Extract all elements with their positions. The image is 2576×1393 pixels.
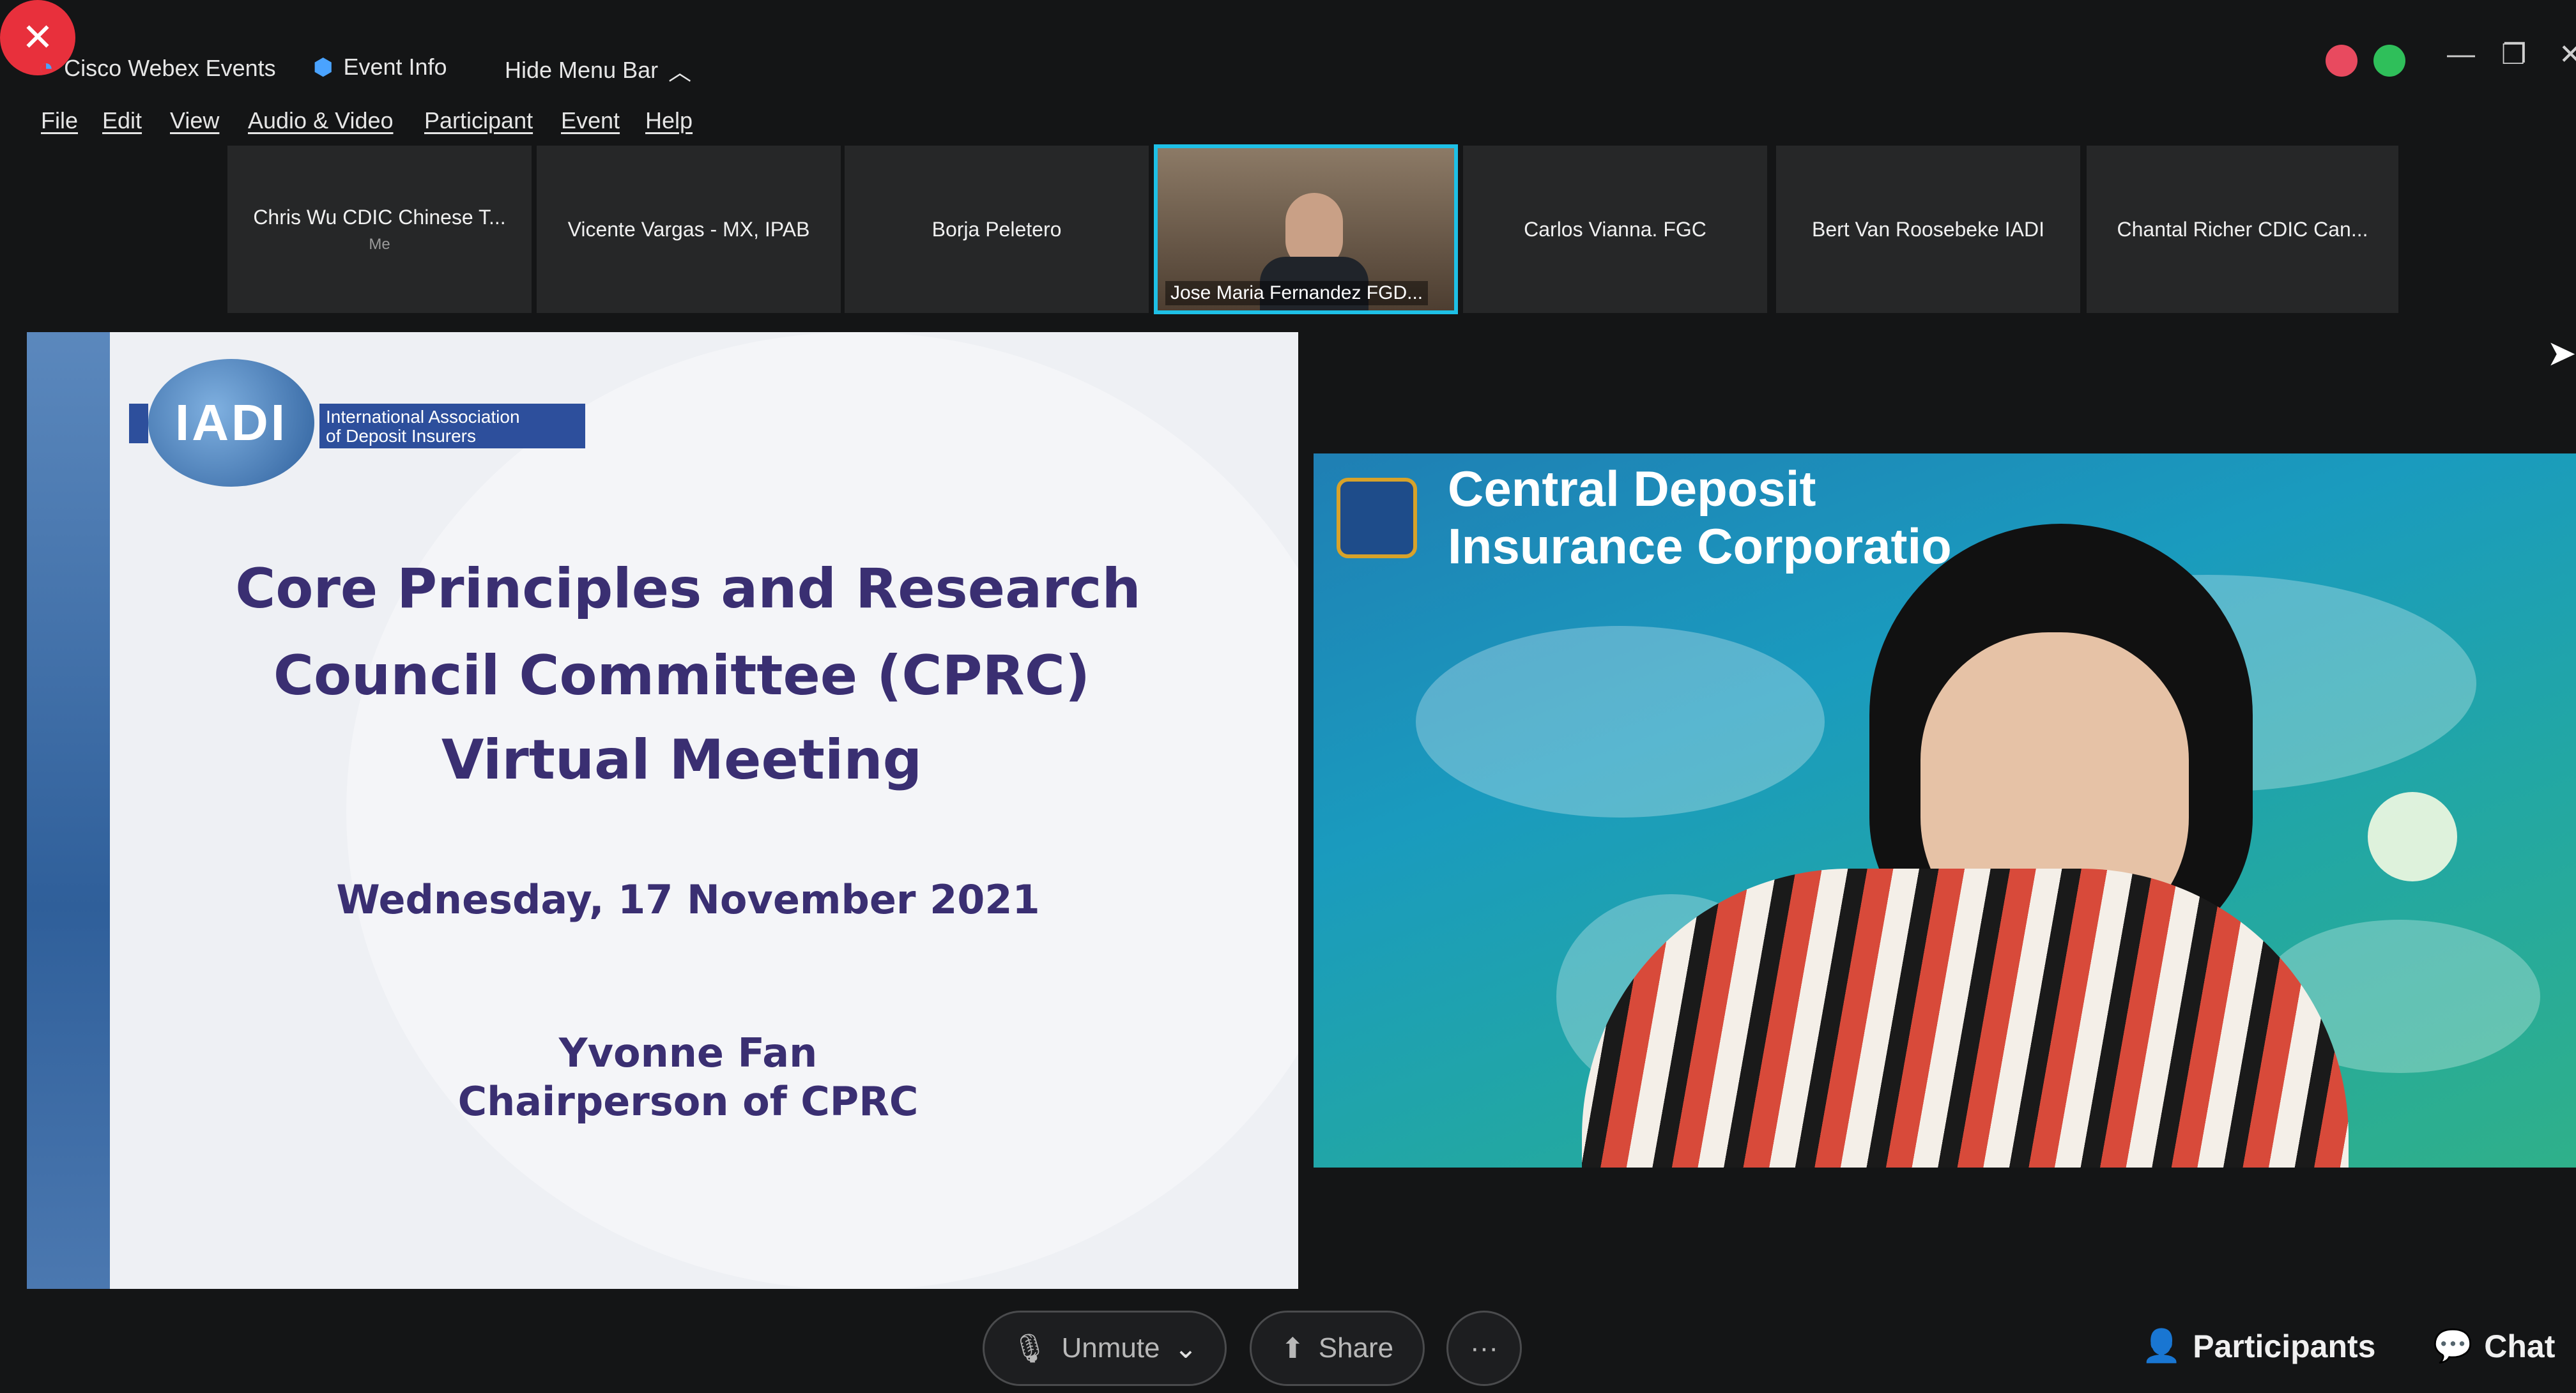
- minimize-icon[interactable]: —: [2447, 38, 2475, 70]
- chevron-down-icon: ⌄: [1174, 1332, 1198, 1364]
- cdic-logo-icon: [1337, 478, 1417, 558]
- iadi-logo-bar: [129, 404, 148, 443]
- menu-file[interactable]: File: [41, 107, 78, 134]
- slide-title-line-2: Council Committee (CPRC): [273, 644, 1091, 708]
- restore-icon[interactable]: ❐: [2501, 38, 2526, 71]
- event-info-button[interactable]: ⬢ Event Info: [313, 54, 447, 80]
- slide-presenter: Yvonne Fan: [558, 1030, 818, 1076]
- menu-view[interactable]: View: [170, 107, 219, 134]
- participant-name: Chantal Richer CDIC Can...: [2117, 217, 2368, 241]
- menu-event[interactable]: Event: [561, 107, 620, 134]
- person-icon: 👤: [2142, 1328, 2182, 1364]
- share-screen-icon: ⬆: [1280, 1332, 1305, 1364]
- slide-decor-circle: [346, 332, 1298, 1289]
- close-icon[interactable]: ✕: [2559, 38, 2576, 71]
- webex-logo-icon: ◔: [38, 54, 54, 82]
- participant-tile[interactable]: Borja Peletero: [845, 146, 1149, 313]
- title-bar: ◔ Cisco Webex Events ⬢ Event Info Hide M…: [0, 0, 2576, 96]
- mouse-cursor-icon: ➤: [2547, 333, 2576, 373]
- shield-icon: ⬢: [313, 54, 334, 80]
- more-options-button[interactable]: ···: [1446, 1311, 1522, 1386]
- participant-tile[interactable]: Bert Van Roosebeke IADI: [1776, 146, 2080, 313]
- participant-name: Vicente Vargas - MX, IPAB: [567, 217, 810, 241]
- participant-name: Borja Peletero: [931, 217, 1062, 241]
- menu-participant[interactable]: Participant: [424, 107, 533, 134]
- slide-presenter-role: Chairperson of CPRC: [457, 1078, 919, 1125]
- slide-date: Wednesday, 17 November 2021: [336, 876, 1040, 923]
- iadi-logo: IADI: [148, 359, 314, 487]
- participant-tile[interactable]: Carlos Vianna. FGC: [1463, 146, 1767, 313]
- participant-self-label: Me: [369, 235, 390, 253]
- menu-audio-video[interactable]: Audio & Video: [248, 107, 394, 134]
- recording-icon[interactable]: [2326, 45, 2358, 77]
- participant-name: Chris Wu CDIC Chinese T...: [253, 205, 506, 229]
- menu-help[interactable]: Help: [645, 107, 693, 134]
- microphone-muted-icon: 🎙: [1011, 1333, 1048, 1364]
- iadi-logo-caption: International Association of Deposit Ins…: [319, 404, 585, 448]
- network-status-icon[interactable]: [2373, 45, 2405, 77]
- participant-tile[interactable]: Chris Wu CDIC Chinese T... Me: [227, 146, 532, 313]
- slide-title-line-3: Virtual Meeting: [441, 728, 923, 792]
- chat-button[interactable]: 💬 Chat: [2433, 1327, 2555, 1365]
- video-banner-line-1: Central Deposit: [1448, 461, 1816, 517]
- participant-tile[interactable]: Chantal Richer CDIC Can...: [2087, 146, 2398, 313]
- participants-button[interactable]: 👤 Participants: [2142, 1327, 2375, 1365]
- app-title: ◔ Cisco Webex Events: [38, 54, 276, 82]
- participant-name: Jose Maria Fernandez FGD...: [1165, 281, 1429, 305]
- menu-edit[interactable]: Edit: [102, 107, 142, 134]
- more-icon: ···: [1470, 1332, 1498, 1364]
- shared-content-slide: IADI International Association of Deposi…: [27, 332, 1298, 1289]
- slide-side-stripe: [27, 332, 110, 1289]
- video-banner-line-2: Insurance Corporatio: [1448, 518, 1952, 574]
- active-speaker-video: Central Deposit Insurance Corporatio: [1314, 453, 2576, 1168]
- unmute-button[interactable]: 🎙 Unmute ⌄: [983, 1311, 1227, 1386]
- participant-name: Carlos Vianna. FGC: [1524, 217, 1706, 241]
- share-button[interactable]: ⬆ Share: [1250, 1311, 1425, 1386]
- participant-name: Bert Van Roosebeke IADI: [1811, 217, 2045, 241]
- participant-tile[interactable]: Vicente Vargas - MX, IPAB: [537, 146, 841, 313]
- chat-bubble-icon: 💬: [2433, 1328, 2473, 1364]
- hide-menu-bar-button[interactable]: Hide Menu Bar ︿: [505, 54, 691, 87]
- participant-tile-active-speaker[interactable]: Jose Maria Fernandez FGD...: [1154, 144, 1458, 314]
- slide-title-line-1: Core Principles and Research: [235, 557, 1141, 621]
- chevron-up-icon: ︿: [668, 59, 692, 85]
